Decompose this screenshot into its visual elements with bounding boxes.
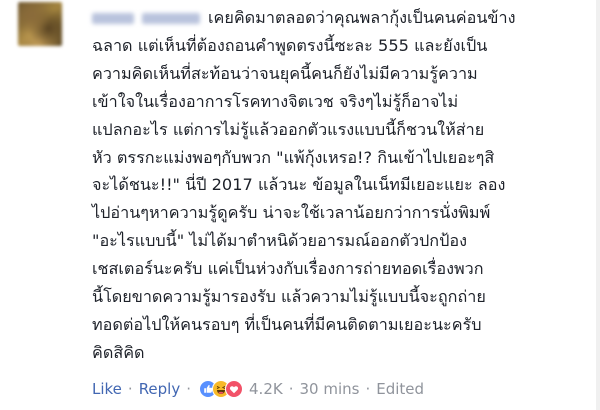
separator: · (127, 380, 133, 398)
reaction-count[interactable]: 4.2K (249, 380, 283, 398)
comment-body: เคยคิดมาตลอดว่าคุณพลากุ้งเป็นคนค่อนข้าง … (92, 4, 572, 367)
author-name-redaction (92, 13, 134, 24)
comment-line: ฉลาด แต่เห็นที่ต้องถอนคำพูดตรงนี้ซะละ 55… (92, 35, 488, 55)
comment-line: หัว ตรรกะแม่งพอๆกับพวก "แพ้กุ้งเหรอ!? กิ… (92, 147, 495, 167)
comment-line: เข้าใจในเรื่องอาการโรคทางจิตเวช จริงๆไม่… (92, 91, 459, 111)
comment-item: เคยคิดมาตลอดว่าคุณพลากุ้งเป็นคนค่อนข้าง … (0, 0, 600, 410)
comment-line: จะได้ชนะ!!" นี่ปี 2017 แล้วนะ ข้อมูลในเน… (92, 175, 506, 195)
comment-line: นี้โดยขาดความรู้มารองรับ แล้วความไม่รู้แ… (92, 287, 486, 307)
comment-line: คิดสิคิด (92, 342, 145, 362)
author-name-redaction (142, 13, 200, 24)
comment-line: "อะไรแบบนี้" ไม่ได้มาตำหนิด้วยอารมณ์ออกต… (92, 231, 468, 251)
separator: · (186, 380, 192, 398)
avatar[interactable] (18, 2, 62, 46)
comment-line: เชสเตอร์นะครับ แค่เป็นห่วงกับเรื่องการถ่… (92, 259, 484, 279)
comment-actions: Like · Reply · 4.2K · 30 mins · Edited (92, 378, 424, 400)
comment-line: ไปอ่านๆหาความรู้ดูครับ น่าจะใช้เวลาน้อยก… (92, 203, 491, 223)
comment-line: ทอดต่อไปให้คนรอบๆ ที่เป็นคนที่มีคนติดตาม… (92, 314, 482, 334)
timestamp[interactable]: 30 mins (300, 380, 360, 398)
separator: · (365, 380, 371, 398)
author-name-blurred[interactable] (92, 13, 202, 26)
love-reaction-icon (225, 380, 244, 398)
like-link[interactable]: Like (92, 380, 122, 398)
reply-link[interactable]: Reply (139, 380, 181, 398)
comment-line: ความคิดเห็นที่สะท้อนว่าจนยุคนี้คนก็ยังไม… (92, 63, 478, 83)
reactions-summary[interactable] (199, 380, 244, 398)
comment-line: แปลกอะไร แต่การไม่รู้แล้วออกตัวแรงแบบนี้… (92, 119, 485, 139)
separator: · (288, 380, 294, 398)
edited-label[interactable]: Edited (376, 380, 424, 398)
scrollbar-track[interactable] (596, 0, 600, 410)
